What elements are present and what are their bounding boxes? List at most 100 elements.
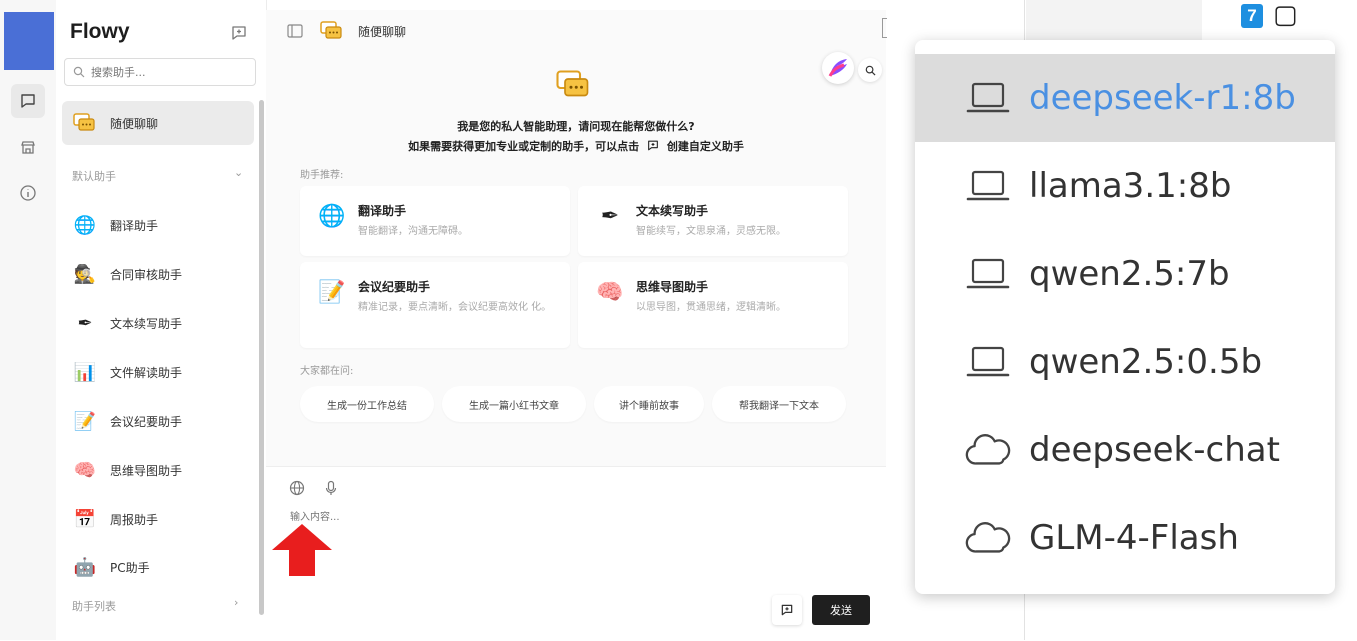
chat-nav-button[interactable] bbox=[11, 84, 45, 118]
text-fragment: ▢ bbox=[1273, 0, 1298, 30]
new-assistant-icon[interactable] bbox=[646, 139, 660, 152]
laptop-icon bbox=[965, 163, 1011, 209]
model-option-label: deepseek-chat bbox=[1029, 430, 1280, 470]
sidebar-scrollbar[interactable] bbox=[259, 100, 264, 615]
pen-icon: ✒ bbox=[600, 203, 620, 229]
sidebar-item-casual-chat[interactable]: 随便聊聊 bbox=[62, 101, 254, 145]
info-icon bbox=[20, 185, 36, 201]
suggestion-pill[interactable]: 生成一份工作总结 bbox=[300, 386, 434, 422]
pen-icon: ✒ bbox=[77, 312, 93, 334]
suggestion-pill[interactable]: 生成一篇小红书文章 bbox=[442, 386, 586, 422]
model-logo-icon bbox=[828, 59, 847, 77]
suggestion-pill[interactable]: 帮我翻译一下文本 bbox=[712, 386, 846, 422]
laptop-icon bbox=[965, 251, 1011, 297]
cloud-icon bbox=[965, 515, 1011, 561]
card-description: 以思导图，贯通思绪，逻辑清晰。 bbox=[636, 302, 786, 313]
about-nav-button[interactable] bbox=[11, 176, 45, 210]
globe-icon: 🌐 bbox=[73, 214, 97, 236]
web-search-toggle[interactable] bbox=[288, 479, 308, 499]
model-option-qwen2-5-0-5b[interactable]: qwen2.5:0.5b bbox=[915, 318, 1335, 406]
model-option-qwen2-5-7b[interactable]: qwen2.5:7b bbox=[915, 230, 1335, 318]
sidebar-item-label: 文本续写助手 bbox=[110, 316, 183, 331]
model-option-label: GLM-4-Flash bbox=[1029, 518, 1239, 558]
send-button[interactable]: 发送 bbox=[812, 595, 870, 625]
sidebar-item-label: 翻译助手 bbox=[110, 218, 159, 233]
search-icon bbox=[865, 65, 876, 76]
recommend-card-translate[interactable]: 🌐 翻译助手 智能翻译，沟通无障碍。 bbox=[300, 186, 570, 256]
popular-questions-label: 大家都在问: bbox=[300, 366, 354, 377]
assistant-sidebar: Flowy 随便聊聊 默认助手 ⌄ 🌐 翻译助手 🕵 合同审核助手 ✒ 文本续写… bbox=[56, 0, 267, 640]
cloud-icon bbox=[965, 427, 1011, 473]
sidebar-item-file-reader[interactable]: 📊 文件解读助手 bbox=[62, 352, 252, 392]
robot-icon: 🤖 bbox=[73, 556, 97, 578]
model-option-deepseek-chat[interactable]: deepseek-chat bbox=[915, 406, 1335, 494]
recommend-card-mindmap[interactable]: 🧠 思维导图助手 以思导图，贯通思绪，逻辑清晰。 bbox=[578, 262, 848, 348]
sidebar-toggle-icon bbox=[287, 24, 303, 38]
sidebar-item-meeting-notes[interactable]: 📝 会议纪要助手 bbox=[62, 401, 252, 441]
sidebar-item-weekly-report[interactable]: 📅 周报助手 bbox=[62, 499, 252, 539]
store-nav-button[interactable] bbox=[11, 130, 45, 164]
model-option-label: llama3.1:8b bbox=[1029, 166, 1232, 206]
welcome-hint-prefix: 如果需要获得更加专业或定制的助手，可以点击 bbox=[408, 140, 640, 153]
card-description: 智能翻译，沟通无障碍。 bbox=[358, 226, 468, 237]
sidebar-item-mindmap[interactable]: 🧠 思维导图助手 bbox=[62, 450, 252, 490]
new-chat-button[interactable] bbox=[228, 22, 250, 44]
model-option-glm-4-flash[interactable]: GLM-4-Flash bbox=[915, 494, 1335, 582]
message-input[interactable] bbox=[288, 511, 692, 524]
chart-icon: 📊 bbox=[73, 361, 97, 383]
recommend-card-continue-writing[interactable]: ✒ 文本续写助手 智能续写，文思泉涌，灵感无限。 bbox=[578, 186, 848, 256]
model-option-label: qwen2.5:0.5b bbox=[1029, 342, 1263, 382]
memo-icon: 📝 bbox=[318, 279, 346, 305]
chat-bubble-yellow-icon bbox=[556, 68, 592, 104]
assistant-search-box[interactable] bbox=[64, 58, 256, 86]
chat-bubble-yellow-icon bbox=[320, 20, 342, 42]
card-title: 文本续写助手 bbox=[636, 204, 709, 218]
chevron-right-icon[interactable]: › bbox=[234, 596, 238, 609]
sidebar-item-continue-writing[interactable]: ✒ 文本续写助手 bbox=[62, 303, 252, 343]
globe-icon: 🌐 bbox=[318, 203, 346, 229]
laptop-icon bbox=[965, 339, 1011, 385]
model-option-label: qwen2.5:7b bbox=[1029, 254, 1230, 294]
welcome-message: 我是您的私人智能助理，请问现在能帮您做什么? bbox=[457, 120, 695, 133]
red-arrow-annotation-icon bbox=[272, 524, 332, 576]
brain-icon: 🧠 bbox=[73, 459, 97, 481]
model-option-label: deepseek-r1:8b bbox=[1029, 78, 1296, 118]
model-selector-button[interactable] bbox=[822, 52, 854, 84]
section-assistant-list[interactable]: 助手列表 bbox=[72, 598, 116, 614]
chevron-down-icon[interactable]: ⌄ bbox=[234, 166, 243, 179]
new-chat-icon bbox=[781, 604, 793, 616]
voice-input-button[interactable] bbox=[322, 479, 342, 499]
app-logo bbox=[4, 12, 54, 70]
sidebar-item-label: 随便聊聊 bbox=[110, 116, 159, 131]
memo-icon: 📝 bbox=[73, 410, 97, 432]
new-topic-button[interactable] bbox=[772, 595, 802, 625]
chat-panel: 随便聊聊 我是您的私人智能助理，请问现在能帮您做什么? 如果需要获得更加专业或定… bbox=[266, 10, 887, 641]
sidebar-item-label: 周报助手 bbox=[110, 512, 159, 527]
sidebar-item-translate[interactable]: 🌐 翻译助手 bbox=[62, 205, 252, 245]
chat-topbar: 随便聊聊 bbox=[266, 10, 886, 54]
chat-search-button[interactable] bbox=[858, 58, 882, 82]
sidebar-item-pc-assistant[interactable]: 🤖 PC助手 bbox=[62, 547, 252, 587]
sidebar-item-label: 合同审核助手 bbox=[110, 267, 183, 282]
card-description: 智能续写，文思泉涌，灵感无限。 bbox=[636, 226, 786, 237]
sidebar-item-label: 会议纪要助手 bbox=[110, 414, 183, 429]
store-icon bbox=[21, 141, 35, 154]
brain-icon: 🧠 bbox=[596, 279, 624, 305]
laptop-icon bbox=[965, 75, 1011, 121]
suggestion-pill[interactable]: 讲个睡前故事 bbox=[594, 386, 704, 422]
model-dropdown-menu: deepseek-r1:8b llama3.1:8b qwen2.5:7b qw… bbox=[915, 40, 1335, 594]
sidebar-item-label: PC助手 bbox=[110, 560, 150, 575]
model-option-deepseek-r1-8b[interactable]: deepseek-r1:8b bbox=[915, 54, 1335, 142]
detective-icon: 🕵 bbox=[73, 263, 97, 285]
sidebar-item-label: 思维导图助手 bbox=[110, 463, 183, 478]
recommend-card-meeting-notes[interactable]: 📝 会议纪要助手 精准记录，要点清晰，会议纪要高效化 化。 bbox=[300, 262, 570, 348]
model-option-llama3-1-8b[interactable]: llama3.1:8b bbox=[915, 142, 1335, 230]
assistant-search-input[interactable] bbox=[89, 64, 253, 80]
sidebar-item-contract[interactable]: 🕵 合同审核助手 bbox=[62, 254, 252, 294]
chat-title: 随便聊聊 bbox=[358, 25, 407, 39]
background-panel bbox=[1026, 0, 1202, 40]
collapse-sidebar-button[interactable] bbox=[286, 22, 304, 40]
microphone-icon bbox=[325, 480, 337, 495]
welcome-hint: 如果需要获得更加专业或定制的助手，可以点击 创建自定义助手 bbox=[266, 138, 886, 154]
search-icon bbox=[73, 66, 85, 78]
